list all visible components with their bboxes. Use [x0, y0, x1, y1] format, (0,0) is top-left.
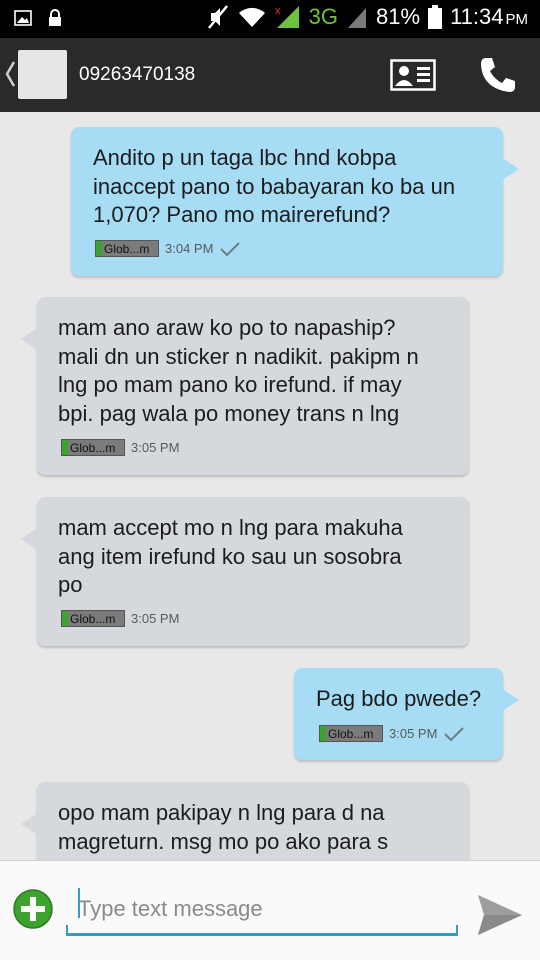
carrier-label: Glob...m — [328, 726, 374, 741]
contact-number: 09263470138 — [79, 64, 196, 85]
message-bubble-received[interactable]: opo mam pakipay n lng para d na magretur… — [21, 782, 469, 860]
carrier-badge: Glob...m — [61, 439, 125, 456]
contact-avatar[interactable] — [18, 50, 67, 99]
input-underline-edge — [456, 925, 458, 935]
signal-icon: x — [275, 5, 299, 28]
message-timestamp: 3:04 PM — [165, 241, 214, 256]
message-bubble-sent[interactable]: Pag bdo pwede? Glob...m 3:05 PM — [294, 668, 519, 760]
message-meta: Glob...m 3:05 PM — [319, 725, 465, 742]
conversation-header: 09263470138 — [0, 38, 540, 112]
bubble-tail — [501, 157, 519, 181]
message-text: mam accept mo n lng para makuha ang item… — [58, 515, 403, 597]
input-underline-edge — [66, 925, 68, 935]
battery-percent: 81% — [376, 4, 421, 29]
message-bubble-received[interactable]: mam accept mo n lng para makuha ang item… — [21, 497, 469, 646]
carrier-label: Glob...m — [70, 440, 116, 455]
carrier-badge: Glob...m — [61, 610, 125, 627]
clock: 11:34 PM — [450, 4, 528, 30]
message-list[interactable]: Andito p un taga lbc hnd kobpa inaccept … — [0, 112, 540, 860]
message-bubble-received[interactable]: mam ano araw ko po to napaship? mali dn … — [21, 297, 469, 475]
carrier-label: Glob...m — [70, 611, 116, 626]
message-meta: Glob...m 3:05 PM — [61, 439, 179, 456]
message-text: Andito p un taga lbc hnd kobpa inaccept … — [93, 145, 456, 227]
back-chevron-icon[interactable] — [4, 60, 16, 88]
wifi-icon — [238, 7, 265, 27]
text-cursor — [78, 888, 80, 918]
phone-icon[interactable] — [478, 55, 518, 95]
message-text: opo mam pakipay n lng para d na magretur… — [58, 800, 389, 854]
send-icon[interactable] — [474, 891, 526, 939]
clock-time: 11:34 — [450, 4, 504, 29]
bubble-tail — [21, 327, 39, 351]
svg-text:x: x — [275, 5, 281, 17]
carrier-badge: Glob...m — [319, 725, 383, 742]
status-bar: x 3G 81% 11:34 PM — [0, 0, 540, 38]
input-underline — [66, 933, 458, 936]
battery-icon — [428, 5, 443, 29]
message-meta: Glob...m 3:04 PM — [95, 240, 241, 257]
message-timestamp: 3:05 PM — [131, 611, 180, 626]
message-text: Pag bdo pwede? — [316, 686, 482, 711]
contact-card-icon[interactable] — [390, 59, 436, 91]
message-timestamp: 3:05 PM — [389, 726, 438, 741]
carrier-label: Glob...m — [104, 241, 150, 256]
message-input[interactable] — [66, 881, 458, 937]
network-type: 3G — [308, 4, 339, 29]
message-composer — [0, 860, 540, 960]
message-text: mam ano araw ko po to napaship? mali dn … — [58, 315, 419, 426]
add-attachment-icon[interactable] — [12, 888, 54, 930]
lock-icon — [49, 9, 61, 26]
signal-bars-icon — [348, 8, 367, 28]
delivered-check-icon — [220, 241, 241, 256]
message-meta: Glob...m 3:05 PM — [61, 610, 179, 627]
clock-ampm: PM — [505, 11, 529, 28]
bubble-tail — [21, 527, 39, 551]
message-bubble-sent[interactable]: Andito p un taga lbc hnd kobpa inaccept … — [71, 127, 519, 276]
bubble-tail — [501, 688, 519, 712]
carrier-badge: Glob...m — [95, 240, 159, 257]
bubble-tail — [21, 812, 39, 836]
message-timestamp: 3:05 PM — [131, 440, 180, 455]
mute-icon — [207, 5, 228, 29]
delivered-check-icon — [444, 726, 465, 741]
image-icon — [14, 10, 32, 26]
